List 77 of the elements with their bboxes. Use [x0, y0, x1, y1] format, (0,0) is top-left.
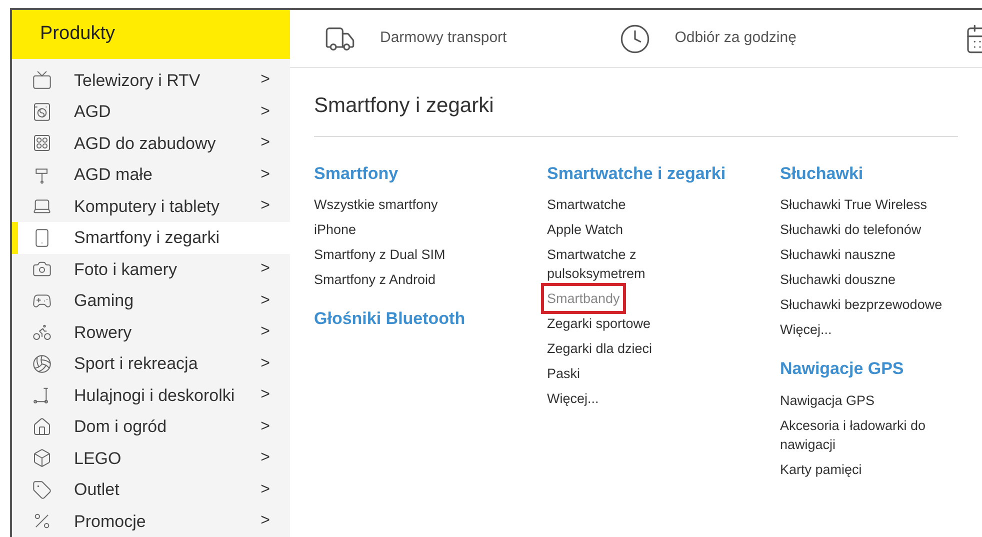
chevron-icon: >: [260, 131, 270, 156]
cooktop-icon: [32, 133, 52, 154]
chevron-icon: >: [260, 194, 270, 218]
category-item[interactable]: Gaming >: [12, 285, 290, 316]
chevron-icon: >: [260, 478, 270, 502]
category-label: Outlet: [74, 479, 120, 501]
ball-icon: [32, 354, 52, 374]
chevron-icon: >: [260, 352, 270, 376]
chevron-icon: >: [260, 100, 270, 124]
category-label: AGD: [74, 101, 111, 123]
category-label: AGD małe: [74, 164, 152, 186]
chevron-icon: >: [260, 320, 270, 344]
category-label: Smartfony i zegarki: [74, 227, 220, 249]
category-label: Rowery: [74, 322, 132, 344]
chevron-icon: >: [260, 383, 270, 408]
chevron-icon: >: [260, 414, 270, 439]
bicycle-icon: [32, 322, 52, 342]
subcategory-link[interactable]: iPhone: [314, 217, 356, 242]
chevron-icon: >: [260, 288, 270, 313]
tv-icon: [32, 70, 52, 90]
category-label: Dom i ogród: [74, 416, 167, 438]
subcategory-link[interactable]: Smartwatche z pulsoksymetrem: [547, 242, 687, 286]
category-label: Sport i rekreacja: [74, 353, 198, 375]
subcategory-link[interactable]: Apple Watch: [547, 217, 624, 242]
category-item[interactable]: Hulajnogi i deskorolki >: [12, 380, 290, 411]
category-item[interactable]: Rowery >: [12, 316, 290, 348]
category-label: Gaming: [74, 290, 134, 312]
category-item[interactable]: AGD >: [12, 96, 290, 128]
category-item[interactable]: Outlet >: [12, 474, 290, 506]
chevron-icon: >: [260, 68, 270, 92]
subcategory-link[interactable]: Akcesoria i ładowarki do nawigacji: [780, 412, 955, 456]
brick-icon: [32, 448, 52, 468]
category-label: Komputery i tablety: [74, 196, 220, 218]
category-item[interactable]: AGD małe >: [12, 159, 290, 190]
subcategory-link[interactable]: Słuchawki nauszne: [780, 242, 896, 267]
feature-label: Darmowy transport: [380, 28, 507, 48]
subcategory-link[interactable]: Smartwatche: [547, 192, 626, 217]
category-label: LEGO: [74, 448, 122, 470]
category-label: Hulajnogi i deskorolki: [74, 384, 235, 406]
subcategory-link[interactable]: Słuchawki douszne: [780, 267, 896, 292]
subcategory-link[interactable]: Zegarki sportowe: [547, 311, 651, 336]
page-heading: Smartfony i zegarki: [314, 68, 958, 136]
chevron-icon: >: [260, 446, 270, 470]
category-label: AGD do zabudowy: [74, 132, 216, 154]
category-item[interactable]: Telewizory i RTV >: [12, 64, 290, 96]
subcategory-link[interactable]: Paski: [547, 361, 580, 386]
subcategory-link[interactable]: Słuchawki do telefonów: [780, 217, 922, 242]
category-label: Foto i kamery: [74, 258, 177, 280]
subcategory-link[interactable]: Nawigacja GPS: [780, 388, 875, 412]
category-label: Telewizory i RTV: [74, 70, 200, 92]
tag-icon: [32, 480, 52, 500]
subcategory-link[interactable]: Smartbandy: [544, 286, 623, 311]
sidebar-title: Produkty: [40, 22, 115, 46]
category-item[interactable]: Smartfony i zegarki: [12, 222, 290, 254]
subcategory-link[interactable]: Karty pamięci: [780, 456, 862, 482]
chevron-icon: >: [260, 257, 270, 282]
subcategory-link[interactable]: Słuchawki True Wireless: [780, 192, 928, 217]
subcategory-link[interactable]: Więcej...: [780, 317, 832, 342]
category-item[interactable]: AGD do zabudowy >: [12, 128, 290, 159]
subcategory-link[interactable]: Słuchawki bezprzewodowe: [780, 292, 942, 317]
category-item[interactable]: Promocje >: [12, 506, 290, 537]
subcategory-link[interactable]: Wszystkie smartfony: [314, 192, 438, 217]
category-item[interactable]: Komputery i tablety >: [12, 190, 290, 222]
subcategory-link[interactable]: Więcej...: [547, 386, 599, 411]
chevron-icon: >: [260, 509, 270, 534]
subcategory-link[interactable]: Smartfony z Android: [314, 267, 436, 292]
category-item[interactable]: LEGO >: [12, 442, 290, 474]
subcategory-link[interactable]: Zegarki dla dzieci: [547, 336, 652, 361]
washing-machine-icon: [32, 102, 52, 122]
house-icon: [32, 416, 52, 437]
category-label: Promocje: [74, 510, 146, 532]
category-item[interactable]: Foto i kamery >: [12, 254, 290, 285]
subcategory-link[interactable]: Smartfony z Dual SIM: [314, 242, 446, 267]
feature-label: Odbiór za godzinę: [674, 28, 796, 48]
category-item[interactable]: Dom i ogród >: [12, 411, 290, 442]
category-item[interactable]: Sport i rekreacja >: [12, 348, 290, 380]
chevron-icon: >: [260, 162, 270, 187]
